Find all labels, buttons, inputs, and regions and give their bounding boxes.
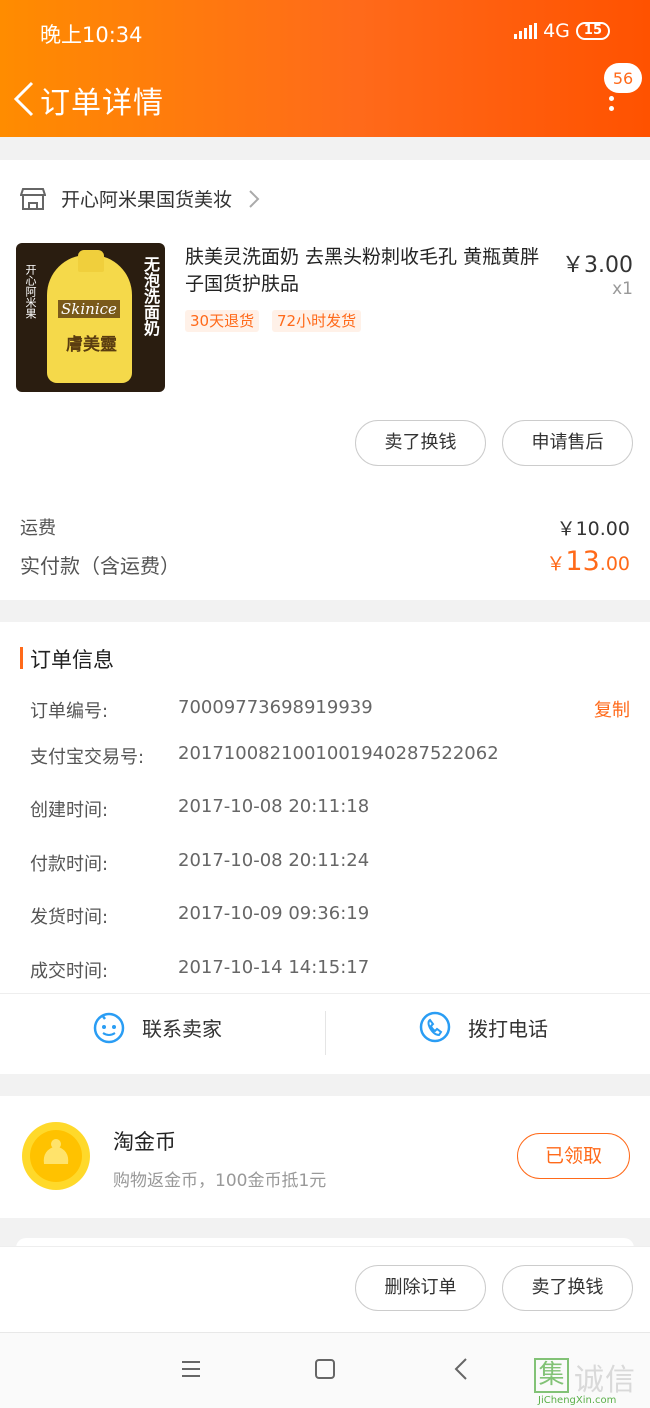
shop-name: 开心阿米果国货美妆 [61,189,233,211]
watermark-text: 诚信 [574,1363,636,1398]
app-header: 晚上10:34 4G 15 订单详情 56 [0,0,650,137]
product-bottle-graphic [47,255,132,383]
paid-time-value: 2017-10-08 20:11:24 [178,850,370,871]
alipay-no-value: 2017100821001001940287522062 [178,743,499,764]
signal-icon [514,23,538,39]
product-image-vertical-text: 无泡洗面奶 [141,256,160,336]
created-time-value: 2017-10-08 20:11:18 [178,796,370,817]
back-nav-icon[interactable] [452,1357,470,1381]
more-dot-icon [609,106,614,111]
after-sale-button[interactable]: 申请售后 [502,420,633,466]
shop-row[interactable]: 开心阿米果国货美妆 [20,185,261,212]
call-label: 拨打电话 [468,1016,548,1041]
delete-order-button[interactable]: 删除订单 [355,1265,486,1311]
message-badge[interactable]: 56 [604,63,642,93]
alipay-no-label: 支付宝交易号: [30,747,145,768]
product-brand-label: Skinice [58,300,120,318]
completed-time-value: 2017-10-14 14:15:17 [178,957,370,978]
paid-label: 实付款（含运费） [20,554,180,578]
shipping-label: 运费 [20,518,56,539]
watermark-logo: 集 [534,1358,569,1393]
product-brand-cn: 膚美靈 [66,335,117,355]
order-number-label: 订单编号: [30,701,109,722]
menu-icon[interactable] [180,1359,202,1379]
network-type: 4G [543,20,570,42]
section-accent-bar [20,647,23,669]
more-dot-icon [609,96,614,101]
paid-total: ￥ 13 .00 [546,546,630,577]
shipping-value: ￥10.00 [556,518,630,540]
status-indicators: 4G 15 [514,20,610,42]
coins-claimed-button[interactable]: 已领取 [517,1133,630,1179]
contact-seller-label: 联系卖家 [142,1016,222,1041]
sell-button[interactable]: 卖了换钱 [355,420,486,466]
section-title: 订单信息 [30,648,114,672]
shipped-time-label: 发货时间: [30,907,109,928]
divider [0,993,650,994]
created-time-label: 创建时间: [30,800,109,821]
paid-symbol: ￥ [546,553,566,575]
watermark-url: JiChengXin.com [538,1395,617,1406]
divider [325,1011,326,1055]
chat-face-icon [93,1012,125,1044]
order-info-card [0,622,650,1074]
order-number-value: 70009773698919939 [178,697,373,718]
sell-button-bottom[interactable]: 卖了换钱 [502,1265,633,1311]
tag-shipping: 72小时发货 [272,310,362,332]
coins-title: 淘金币 [113,1130,176,1154]
paid-decimal: .00 [599,553,630,575]
product-title[interactable]: 肤美灵洗面奶 去黑头粉刺收毛孔 黄瓶黄胖子国货护肤品 [185,244,557,298]
shipped-time-value: 2017-10-09 09:36:19 [178,903,370,924]
gold-coin-icon [22,1122,90,1190]
battery-icon: 15 [575,22,610,40]
page-title: 订单详情 [40,86,164,121]
contact-seller-button[interactable]: 联系卖家 [92,1010,222,1044]
back-arrow-icon[interactable] [10,80,38,118]
home-icon[interactable] [314,1358,336,1380]
product-quantity: x1 [612,279,633,299]
completed-time-label: 成交时间: [30,961,109,982]
coins-subtitle: 购物返金币，100金币抵1元 [113,1171,327,1191]
product-image-side-text: 开心阿米果 [24,264,37,319]
paid-time-label: 付款时间: [30,854,109,875]
call-button[interactable]: 拨打电话 [418,1010,548,1044]
status-time: 晚上10:34 [40,23,143,47]
phone-icon [419,1011,451,1043]
product-bottle-cap [78,250,104,272]
store-icon [20,187,46,210]
copy-button[interactable]: 复制 [594,696,630,722]
chevron-right-icon [249,189,260,208]
paid-integer: 13 [565,546,600,577]
tag-return: 30天退货 [185,310,260,332]
product-price: ￥3.00 [562,253,633,278]
